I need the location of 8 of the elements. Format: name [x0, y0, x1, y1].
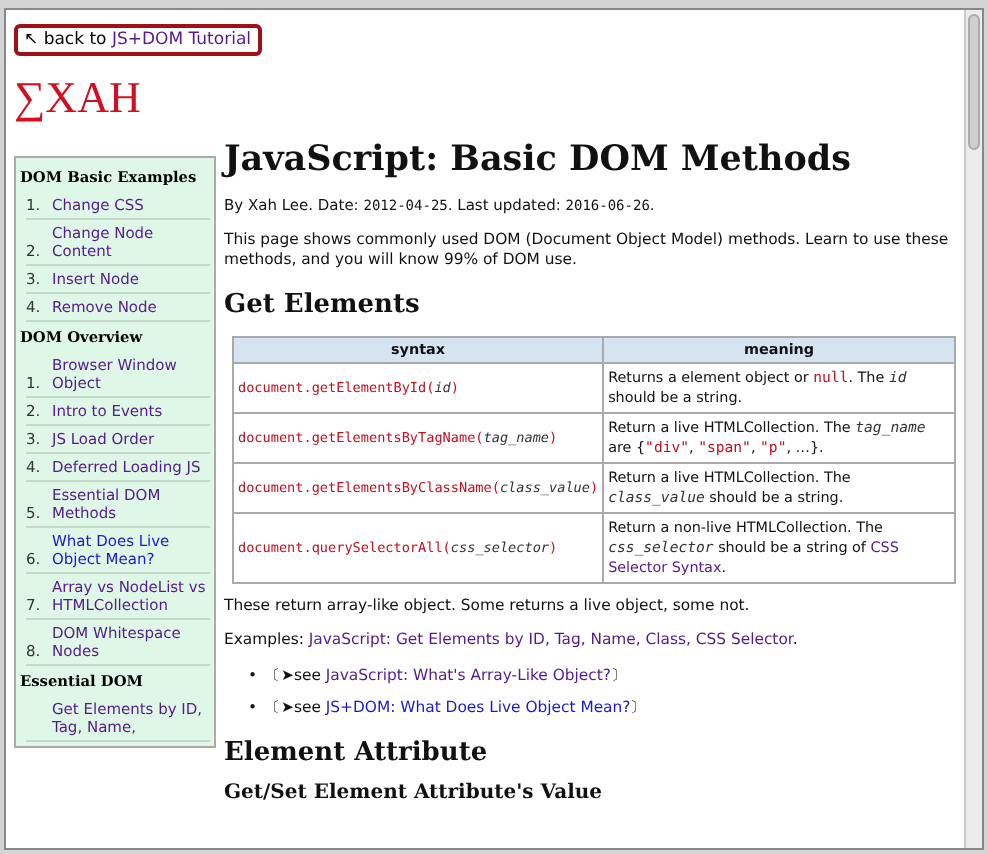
- section-heading: Element Attribute: [224, 738, 490, 768]
- page-title: JavaScript: Basic DOM Methods: [224, 140, 853, 180]
- subsection-heading: Get/Set Element Attribute's Value: [224, 784, 605, 804]
- section-heading: Get Elements: [224, 290, 422, 320]
- site-logo[interactable]: ∑XAH: [14, 76, 141, 120]
- scrollbar[interactable]: [964, 10, 982, 848]
- tutorial-link[interactable]: JS+DOM Tutorial: [111, 30, 252, 50]
- back-label: ↖ back to: [24, 30, 109, 50]
